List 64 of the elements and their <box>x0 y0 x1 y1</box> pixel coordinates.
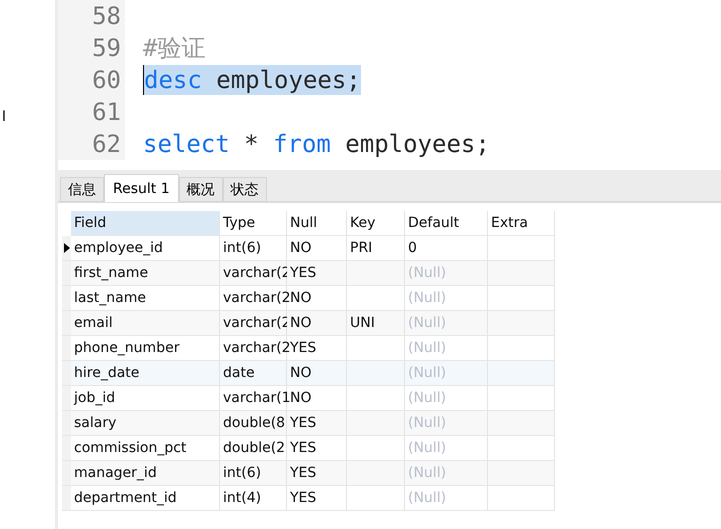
table-cell <box>488 461 555 486</box>
table-cell: email <box>71 311 220 336</box>
row-header-cell[interactable] <box>62 436 71 461</box>
table-cell: YES <box>287 486 347 511</box>
row-pointer-icon <box>64 243 70 253</box>
table-cell <box>347 461 405 486</box>
table-cell: salary <box>71 411 220 436</box>
row-header-cell[interactable] <box>62 386 71 411</box>
table-cell <box>347 411 405 436</box>
column-header[interactable]: Default <box>405 211 488 236</box>
table-cell <box>347 486 405 511</box>
line-number: 62 <box>58 128 125 160</box>
result-tab[interactable]: Result 1 <box>104 174 179 202</box>
table-cell: int(6) <box>220 461 287 486</box>
row-header-cell[interactable] <box>62 311 71 336</box>
line-number: 61 <box>58 96 125 128</box>
table-cell: (Null) <box>405 261 488 286</box>
table-cell: (Null) <box>405 361 488 386</box>
column-header[interactable]: Field <box>71 211 220 236</box>
table-cell: (Null) <box>405 461 488 486</box>
table-cell: YES <box>287 411 347 436</box>
table-cell <box>488 311 555 336</box>
row-header-cell[interactable] <box>62 236 71 261</box>
result-tab[interactable]: 信息 <box>60 177 104 202</box>
row-header-cell[interactable] <box>62 261 71 286</box>
table-cell: manager_id <box>71 461 220 486</box>
table-cell <box>347 261 405 286</box>
table-cell <box>488 486 555 511</box>
row-header-cell[interactable] <box>62 361 71 386</box>
column-header[interactable]: Extra <box>488 211 555 236</box>
line-number: 60 <box>58 64 125 96</box>
table-cell: YES <box>287 461 347 486</box>
table-cell: UNI <box>347 311 405 336</box>
table-cell: first_name <box>71 261 220 286</box>
table-cell: department_id <box>71 486 220 511</box>
table-cell: (Null) <box>405 311 488 336</box>
table-cell <box>488 361 555 386</box>
table-cell: (Null) <box>405 411 488 436</box>
code-line: #验证 <box>143 33 206 63</box>
table-cell: hire_date <box>71 361 220 386</box>
result-tab[interactable]: 状态 <box>222 177 267 202</box>
line-number: 58 <box>58 0 125 32</box>
table-cell: (Null) <box>405 486 488 511</box>
row-header-cell[interactable] <box>62 336 71 361</box>
table-cell <box>488 411 555 436</box>
row-header-cell[interactable] <box>62 286 71 311</box>
column-header[interactable]: Null <box>287 211 347 236</box>
row-header-cell[interactable] <box>62 461 71 486</box>
table-cell: double(8 <box>220 411 287 436</box>
table-cell: YES <box>287 261 347 286</box>
column-header[interactable]: Type <box>220 211 287 236</box>
table-cell: date <box>220 361 287 386</box>
table-cell <box>488 261 555 286</box>
result-tab[interactable]: 概况 <box>178 177 223 202</box>
table-cell: int(4) <box>220 486 287 511</box>
table-cell <box>347 361 405 386</box>
table-cell: NO <box>287 311 347 336</box>
sidebar-item[interactable]: l <box>2 109 6 125</box>
table-cell: NO <box>287 361 347 386</box>
row-header-cell[interactable] <box>62 486 71 511</box>
column-header[interactable]: Key <box>347 211 405 236</box>
line-number: 59 <box>58 32 125 64</box>
row-header-cell[interactable] <box>62 411 71 436</box>
code-line: select * from employees; <box>143 129 490 159</box>
